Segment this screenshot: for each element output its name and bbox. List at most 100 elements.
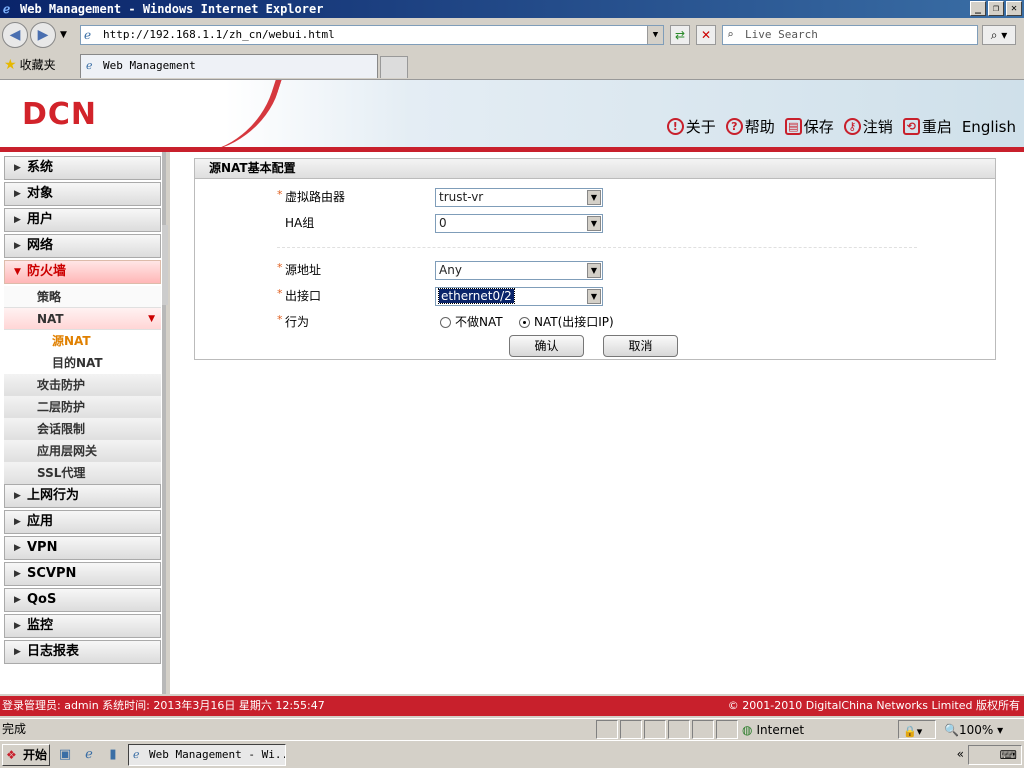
sidebar-item-label: 上网行为 <box>27 488 80 503</box>
sidebar-item-qos[interactable]: ▶ QoS <box>4 588 161 612</box>
back-button[interactable]: ◀ <box>2 22 28 48</box>
source-address-row: * 源地址 Any ▼ <box>195 260 995 280</box>
sidebar-sub-policy[interactable]: 策略 <box>4 286 161 308</box>
radio-no-nat[interactable]: 不做NAT <box>440 315 503 329</box>
help-link[interactable]: ? 帮助 <box>725 116 775 137</box>
security-zone[interactable]: ◍ Internet <box>742 720 804 740</box>
help-icon: ? <box>725 118 743 135</box>
restart-icon: ⟲ <box>902 118 920 135</box>
status-cell <box>620 720 642 739</box>
sidebar-sub-alg[interactable]: 应用层网关 <box>4 440 161 462</box>
tray-expand-icon[interactable]: « <box>957 747 964 761</box>
favorites-button[interactable]: ★ 收藏夹 <box>4 57 56 73</box>
sidebar-item-label: 用户 <box>27 212 54 227</box>
browser-tab[interactable]: ℯ Web Management <box>80 54 378 78</box>
save-label: 保存 <box>803 118 834 136</box>
egress-interface-row: * 出接口 ethernet0/2 ▼ <box>195 286 995 306</box>
sidebar-item-logs[interactable]: ▶ 日志报表 <box>4 640 161 664</box>
sidebar-sub-source-nat[interactable]: 源NAT <box>4 330 161 352</box>
source-nat-form: 源NAT基本配置 * 虚拟路由器 trust-vr ▼ HA组 0 ▼ * 源地… <box>194 158 996 360</box>
start-label: 开始 <box>23 748 48 762</box>
restore-button[interactable]: ❐ <box>988 1 1004 16</box>
lock-icon: 🔒▾ <box>903 725 923 738</box>
status-cell <box>716 720 738 739</box>
sidebar-sub-label: 二层防护 <box>37 400 86 414</box>
tab-title: Web Management <box>103 59 196 72</box>
page-icon: ℯ <box>84 28 92 42</box>
history-dropdown[interactable]: ▼ <box>60 30 67 40</box>
address-dropdown[interactable]: ▼ <box>647 26 663 44</box>
radio-nat-egress-ip-label: NAT(出接口IP) <box>534 315 614 329</box>
sidebar-item-monitor[interactable]: ▶ 监控 <box>4 614 161 638</box>
taskbar-window-title: Web Management - Wi... <box>149 748 286 761</box>
sidebar-item-vpn[interactable]: ▶ VPN <box>4 536 161 560</box>
required-mark: * <box>277 261 283 274</box>
main-content: 源NAT基本配置 * 虚拟路由器 trust-vr ▼ HA组 0 ▼ * 源地… <box>170 152 1024 694</box>
required-mark: * <box>277 287 283 300</box>
sidebar-item-label: QoS <box>27 592 57 607</box>
quicklaunch-ie-icon[interactable]: ℯ <box>80 746 98 764</box>
address-text: http://192.168.1.1/zh_cn/webui.html <box>103 28 335 41</box>
search-input[interactable]: ⌕ Live Search <box>722 25 978 45</box>
sidebar-sub-dest-nat[interactable]: 目的NAT <box>4 352 161 374</box>
confirm-button[interactable]: 确认 <box>509 335 584 357</box>
sidebar-sub-nat[interactable]: NAT ▼ <box>4 308 161 330</box>
sidebar-collapse-handle[interactable] <box>162 225 168 305</box>
radio-circle-selected <box>519 316 530 328</box>
forward-button[interactable]: ▶ <box>30 22 56 48</box>
status-cell <box>596 720 618 739</box>
source-address-select[interactable]: Any ▼ <box>435 261 603 280</box>
cancel-button[interactable]: 取消 <box>603 335 678 357</box>
sidebar-item-web-behavior[interactable]: ▶ 上网行为 <box>4 484 161 508</box>
logout-link[interactable]: ⚷ 注销 <box>843 116 893 137</box>
sidebar-item-users[interactable]: ▶ 用户 <box>4 208 161 232</box>
caret-right-icon: ▶ <box>14 241 21 251</box>
egress-interface-select[interactable]: ethernet0/2 ▼ <box>435 287 603 306</box>
zoom-control[interactable]: 🔍100% ▾ <box>944 720 1003 740</box>
sidebar-sub-session-limit[interactable]: 会话限制 <box>4 418 161 440</box>
keyboard-icon[interactable]: ⌨ <box>1000 748 1017 762</box>
quicklaunch-server-icon[interactable]: ▮ <box>104 746 122 764</box>
sidebar-item-network[interactable]: ▶ 网络 <box>4 234 161 258</box>
stop-button[interactable]: ✕ <box>696 25 716 45</box>
taskbar-ie-window[interactable]: ℯ Web Management - Wi... <box>128 744 286 766</box>
radio-nat-egress-ip[interactable]: NAT(出接口IP) <box>519 315 614 329</box>
protected-mode-cell[interactable]: 🔒▾ <box>898 720 936 739</box>
key-icon: ⚷ <box>843 118 861 135</box>
favorites-bar: ★ 收藏夹 ℯ Web Management <box>0 52 1024 80</box>
info-icon: ! <box>666 118 684 135</box>
forward-arrow-icon: ▶ <box>37 27 49 43</box>
ha-select[interactable]: 0 ▼ <box>435 214 603 233</box>
star-icon: ★ <box>4 57 17 73</box>
sidebar-item-label: 系统 <box>27 160 54 175</box>
sidebar-sub-label: SSL代理 <box>37 466 86 480</box>
vrouter-select[interactable]: trust-vr ▼ <box>435 188 603 207</box>
reboot-link[interactable]: ⟲ 重启 <box>902 116 952 137</box>
search-placeholder: Live Search <box>745 28 818 41</box>
sidebar-item-system[interactable]: ▶ 系统 <box>4 156 161 180</box>
address-bar[interactable]: ℯ http://192.168.1.1/zh_cn/webui.html ▼ <box>80 25 664 45</box>
start-button[interactable]: ❖ 开始 <box>2 744 50 766</box>
sidebar-sub-attack-defense[interactable]: 攻击防护 <box>4 374 161 396</box>
sidebar-item-label: 监控 <box>27 618 54 633</box>
browser-statusbar: 完成 ◍ Internet 🔒▾ 🔍100% ▾ <box>0 718 1024 740</box>
sidebar-item-applications[interactable]: ▶ 应用 <box>4 510 161 534</box>
new-tab-button[interactable] <box>380 56 408 78</box>
english-link[interactable]: English <box>962 116 1016 137</box>
sidebar-item-objects[interactable]: ▶ 对象 <box>4 182 161 206</box>
caret-right-icon: ▶ <box>14 621 21 631</box>
sidebar-item-scvpn[interactable]: ▶ SCVPN <box>4 562 161 586</box>
minimize-button[interactable]: _ <box>970 1 986 16</box>
caret-down-icon: ▼ <box>14 267 21 277</box>
about-link[interactable]: ! 关于 <box>666 116 716 137</box>
refresh-icon: ⇄ <box>674 28 686 42</box>
quicklaunch-desktop-icon[interactable]: ▣ <box>56 746 74 764</box>
sidebar-sub-l2-defense[interactable]: 二层防护 <box>4 396 161 418</box>
sidebar-sub-ssl-proxy[interactable]: SSL代理 <box>4 462 161 484</box>
close-window-button[interactable]: ✕ <box>1006 1 1022 16</box>
sidebar-item-firewall[interactable]: ▼ 防火墙 <box>4 260 161 284</box>
radio-circle <box>440 316 451 328</box>
refresh-button[interactable]: ⇄ <box>670 25 690 45</box>
save-link[interactable]: ▤ 保存 <box>784 116 834 137</box>
search-button[interactable]: ⌕ ▾ <box>982 25 1016 45</box>
